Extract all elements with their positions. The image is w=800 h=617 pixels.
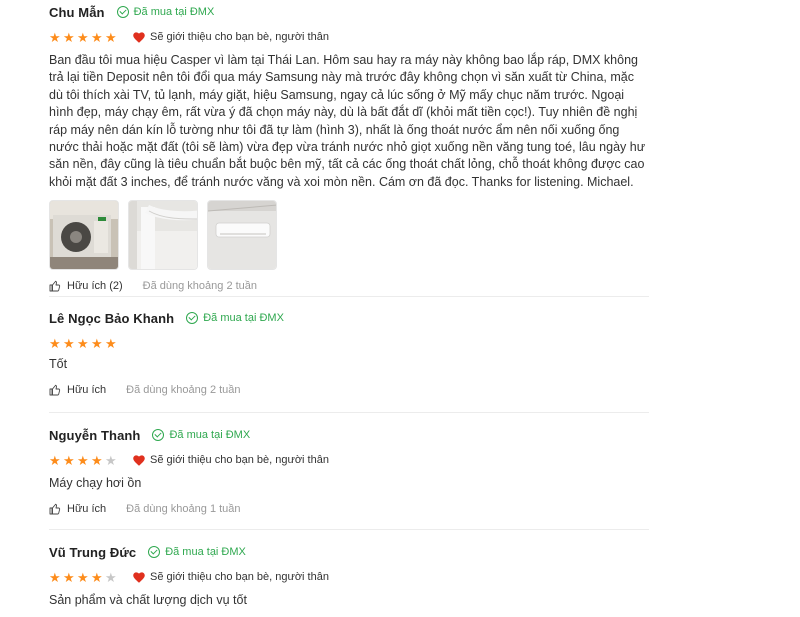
review-images xyxy=(49,200,649,271)
review-item: Vũ Trung Đức Đã mua tại ĐMX ★ ★ ★ ★ ★ Sẽ giớ… xyxy=(49,543,649,609)
star-filled-icon: ★ xyxy=(91,29,103,45)
recommend-note: Sẽ giới thiệu cho bạn bè, người thân xyxy=(133,31,329,43)
thumbs-up-icon xyxy=(49,385,61,396)
thumbs-up-icon xyxy=(49,504,61,515)
star-filled-icon: ★ xyxy=(49,569,61,585)
star-filled-icon: ★ xyxy=(49,335,61,351)
star-filled-icon: ★ xyxy=(105,29,117,45)
check-circle-icon xyxy=(152,429,165,441)
heart-icon xyxy=(133,454,145,466)
review-header: Vũ Trung Đức Đã mua tại ĐMX xyxy=(49,543,649,561)
reviewer-name: Nguyễn Thanh xyxy=(49,427,141,443)
star-filled-icon: ★ xyxy=(63,452,75,468)
helpful-button[interactable]: Hữu ích xyxy=(49,503,106,515)
reviews-list: Chu Mẫn Đã mua tại ĐMX ★ ★ ★ ★ ★ Sẽ giới thi… xyxy=(0,0,800,617)
star-filled-icon: ★ xyxy=(77,335,89,351)
star-empty-icon: ★ xyxy=(105,452,117,468)
review-item: Lê Ngọc Bảo Khanh Đã mua tại ĐMX ★ ★ ★ ★ ★ T… xyxy=(49,309,649,398)
review-header: Lê Ngọc Bảo Khanh Đã mua tại ĐMX xyxy=(49,309,649,327)
check-circle-icon xyxy=(186,312,199,324)
thumbs-up-icon xyxy=(49,281,61,292)
review-text: Ban đầu tôi mua hiệu Casper vì làm tại T… xyxy=(49,53,646,189)
rating-row: ★ ★ ★ ★ ★ Sẽ giới thiệu cho bạn bè, người th… xyxy=(49,29,649,45)
outdoor-unit-photo[interactable] xyxy=(49,200,119,271)
helpful-label: Hữu ích xyxy=(67,503,107,516)
star-filled-icon: ★ xyxy=(77,569,89,585)
review-footer: Hữu ích Đã dùng khoảng 1 tuần xyxy=(49,501,649,517)
rating-row: ★ ★ ★ ★ ★ Sẽ giới thiệu cho bạn bè, người th… xyxy=(49,452,649,468)
star-filled-icon: ★ xyxy=(105,335,117,351)
indoor-pipe-photo[interactable] xyxy=(128,200,198,271)
verified-label: Đã mua tại ĐMX xyxy=(133,6,215,18)
review-item: Chu Mẫn Đã mua tại ĐMX ★ ★ ★ ★ ★ Sẽ giới thi… xyxy=(49,3,649,294)
helpful-label: Hữu ích xyxy=(67,384,107,397)
check-circle-icon xyxy=(148,546,161,558)
verified-badge: Đã mua tại ĐMX xyxy=(148,546,246,558)
recommend-label: Sẽ giới thiệu cho bạn bè, người thân xyxy=(150,454,329,466)
star-filled-icon: ★ xyxy=(91,335,103,351)
recommend-note: Sẽ giới thiệu cho bạn bè, người thân xyxy=(133,571,329,583)
star-rating: ★ ★ ★ ★ ★ xyxy=(49,571,119,584)
star-filled-icon: ★ xyxy=(63,569,75,585)
star-rating: ★ ★ ★ ★ ★ xyxy=(49,337,119,350)
rating-row: ★ ★ ★ ★ ★ Sẽ giới thiệu cho bạn bè, người th… xyxy=(49,569,649,585)
star-filled-icon: ★ xyxy=(63,29,75,45)
review-text: Máy chạy hơi ồn xyxy=(49,476,142,490)
review-item: Nguyễn Thanh Đã mua tại ĐMX ★ ★ ★ ★ ★ Sẽ giớ… xyxy=(49,426,649,517)
divider xyxy=(49,296,649,297)
review-footer: Hữu ích (2) Đã dùng khoảng 2 tuần xyxy=(49,278,649,294)
verified-badge: Đã mua tại ĐMX xyxy=(186,312,284,324)
heart-icon xyxy=(133,571,145,583)
indoor-unit-photo[interactable] xyxy=(207,200,277,271)
heart-icon xyxy=(133,31,145,43)
helpful-button[interactable]: Hữu ích (2) xyxy=(49,280,123,292)
verified-label: Đã mua tại ĐMX xyxy=(203,312,284,324)
star-filled-icon: ★ xyxy=(49,452,61,468)
usage-duration: Đã dùng khoảng 2 tuần xyxy=(142,280,258,293)
star-filled-icon: ★ xyxy=(77,452,89,468)
verified-badge: Đã mua tại ĐMX xyxy=(152,429,250,441)
review-header: Chu Mẫn Đã mua tại ĐMX xyxy=(49,3,649,21)
recommend-label: Sẽ giới thiệu cho bạn bè, người thân xyxy=(150,571,329,583)
star-filled-icon: ★ xyxy=(91,452,103,468)
helpful-label: Hữu ích (2) xyxy=(67,280,123,293)
verified-label: Đã mua tại ĐMX xyxy=(165,546,246,558)
usage-duration: Đã dùng khoảng 1 tuần xyxy=(126,503,241,516)
review-text: Sản phẩm và chất lượng dịch vụ tốt xyxy=(49,593,247,607)
reviewer-name: Chu Mẫn xyxy=(49,4,105,20)
star-filled-icon: ★ xyxy=(63,335,75,351)
star-filled-icon: ★ xyxy=(49,29,61,45)
review-text: Tốt xyxy=(49,357,68,371)
star-rating: ★ ★ ★ ★ ★ xyxy=(49,454,119,467)
check-circle-icon xyxy=(116,6,129,18)
star-filled-icon: ★ xyxy=(77,29,89,45)
usage-duration: Đã dùng khoảng 2 tuần xyxy=(126,384,241,397)
divider xyxy=(49,412,649,413)
review-footer: Hữu ích Đã dùng khoảng 2 tuần xyxy=(49,382,649,398)
verified-badge: Đã mua tại ĐMX xyxy=(116,6,215,18)
recommend-label: Sẽ giới thiệu cho bạn bè, người thân xyxy=(150,31,329,43)
review-header: Nguyễn Thanh Đã mua tại ĐMX xyxy=(49,426,649,444)
star-filled-icon: ★ xyxy=(91,569,103,585)
star-empty-icon: ★ xyxy=(105,569,117,585)
verified-label: Đã mua tại ĐMX xyxy=(169,429,251,441)
rating-row: ★ ★ ★ ★ ★ xyxy=(49,335,649,351)
recommend-note: Sẽ giới thiệu cho bạn bè, người thân xyxy=(133,454,329,466)
helpful-button[interactable]: Hữu ích xyxy=(49,384,106,396)
reviewer-name: Vũ Trung Đức xyxy=(49,544,137,560)
divider xyxy=(49,529,649,530)
reviewer-name: Lê Ngọc Bảo Khanh xyxy=(49,310,175,326)
star-rating: ★ ★ ★ ★ ★ xyxy=(49,31,119,44)
